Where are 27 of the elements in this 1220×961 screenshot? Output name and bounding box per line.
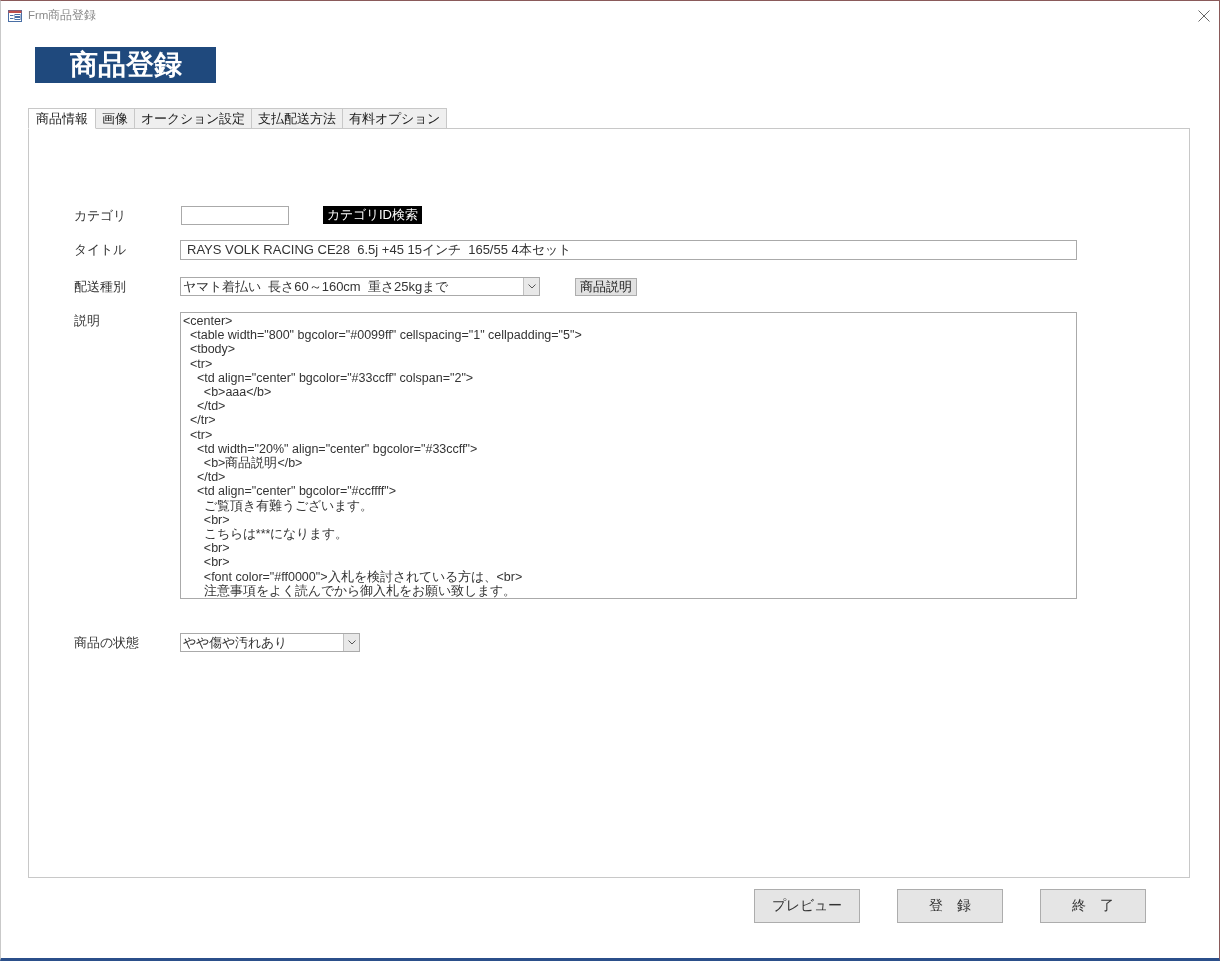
category-search-button[interactable]: カテゴリID検索 (323, 206, 422, 224)
category-field[interactable] (181, 206, 289, 225)
title-field[interactable]: RAYS VOLK RACING CE28 6.5j +45 15インチ 165/55 4本セット (180, 240, 1077, 260)
action-button[interactable]: 登 録 (897, 889, 1003, 923)
tab[interactable]: 画像 (96, 108, 135, 129)
field-label: タイトル (74, 241, 127, 259)
chevron-down-icon (343, 634, 359, 651)
action-button[interactable]: プレビュー (754, 889, 860, 923)
tab[interactable]: オークション設定 (135, 108, 252, 129)
form-icon (8, 9, 22, 22)
field-label: カテゴリ (74, 207, 127, 225)
action-button[interactable]: 終 了 (1040, 889, 1146, 923)
condition-dropdown[interactable]: やや傷や汚れあり (180, 633, 360, 652)
form-header: 商品登録 (35, 47, 216, 83)
tab[interactable]: 支払配送方法 (252, 108, 343, 129)
chevron-down-icon (523, 278, 539, 295)
field-label: 配送種別 (74, 278, 127, 296)
tab[interactable]: 商品情報 (28, 108, 96, 129)
field-label: 説明 (74, 312, 101, 329)
close-icon (1198, 9, 1210, 22)
description-field[interactable]: <center> <table width="800" bgcolor="#0099ff" cellspacing="1" cellpadding="5"> <tbody> <tr> <td align="center" bgcolor="#33ccff" colspan="2"> <b>aaa</b> </td> </tr> <tr> <td width="20%" align="center" bgcolor="#33ccff"> <b>商品説明</b> </td> <td align="center" bgcolor="#ccffff"> ご覧頂き有難うございます。 <br> こちらは***になります。 <br> <br> <font color="#ff0000">入札を検討されている方は、<br> 注意事項をよく読んでから御入札をお願い致します。 (180, 312, 1077, 599)
close-button[interactable] (1197, 8, 1211, 23)
tab[interactable]: 有料オプション (343, 108, 447, 129)
window-title: Frm商品登録 (28, 8, 97, 23)
description-button[interactable]: 商品説明 (575, 278, 637, 296)
field-label: 商品の状態 (74, 634, 140, 652)
shipping-dropdown[interactable]: ヤマト着払い 長さ60～160cm 重さ25kgまで (180, 277, 540, 296)
